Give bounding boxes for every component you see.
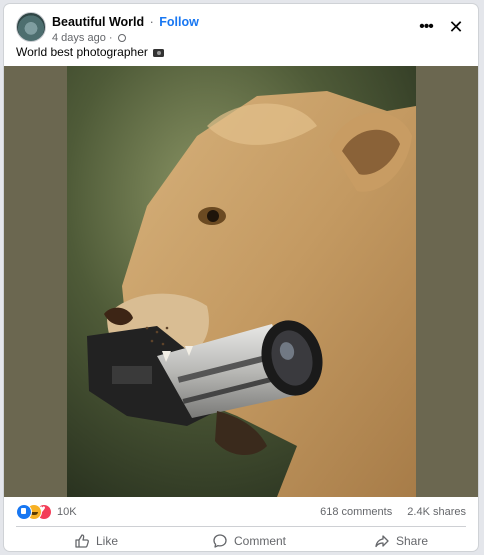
name-separator: · (149, 15, 154, 29)
page-avatar[interactable] (16, 12, 46, 42)
share-label: Share (396, 534, 429, 548)
comments-count[interactable]: 618 comments (320, 506, 392, 518)
post-card: Beautiful World · Follow 4 days ago · ••… (4, 4, 478, 551)
lioness-camera-image (67, 66, 416, 497)
post-stats: 618 comments 2.4K shares (320, 506, 466, 518)
post-actions: Like Comment Share (16, 529, 466, 551)
post-photo[interactable] (4, 66, 478, 497)
comment-label: Comment (234, 534, 287, 548)
like-reaction-icon (16, 504, 32, 520)
globe-icon (117, 34, 126, 42)
post-caption: World best photographer (16, 45, 165, 59)
page-name-link[interactable]: Beautiful World (52, 15, 144, 29)
reaction-icons[interactable] (16, 504, 56, 520)
camera-emoji-icon (153, 49, 165, 57)
name-row: Beautiful World · Follow (52, 15, 199, 29)
shares-count[interactable]: 2.4K shares (407, 506, 466, 518)
camera-grip (112, 366, 152, 384)
reaction-count[interactable]: 10K (57, 506, 77, 518)
close-icon[interactable]: ✕ (446, 18, 466, 38)
like-icon (75, 534, 89, 548)
post-header: Beautiful World · Follow 4 days ago · ••… (16, 12, 466, 46)
comment-button[interactable]: Comment (212, 533, 286, 551)
post-meta: 4 days ago · (52, 32, 126, 44)
like-button[interactable]: Like (74, 533, 118, 551)
caption-text: World best photographer (16, 45, 148, 59)
comment-icon (213, 534, 227, 548)
action-divider (16, 526, 466, 527)
engagement-bar: 10K 618 comments 2.4K shares (16, 504, 466, 522)
lioness-pupil (207, 210, 219, 222)
share-button[interactable]: Share (374, 533, 428, 551)
like-label: Like (96, 534, 119, 548)
header-actions: ••• ✕ (416, 16, 466, 40)
post-timestamp[interactable]: 4 days ago · (52, 32, 113, 44)
share-icon (375, 535, 389, 548)
more-options-icon[interactable]: ••• (416, 18, 436, 38)
follow-button[interactable]: Follow (159, 15, 199, 29)
